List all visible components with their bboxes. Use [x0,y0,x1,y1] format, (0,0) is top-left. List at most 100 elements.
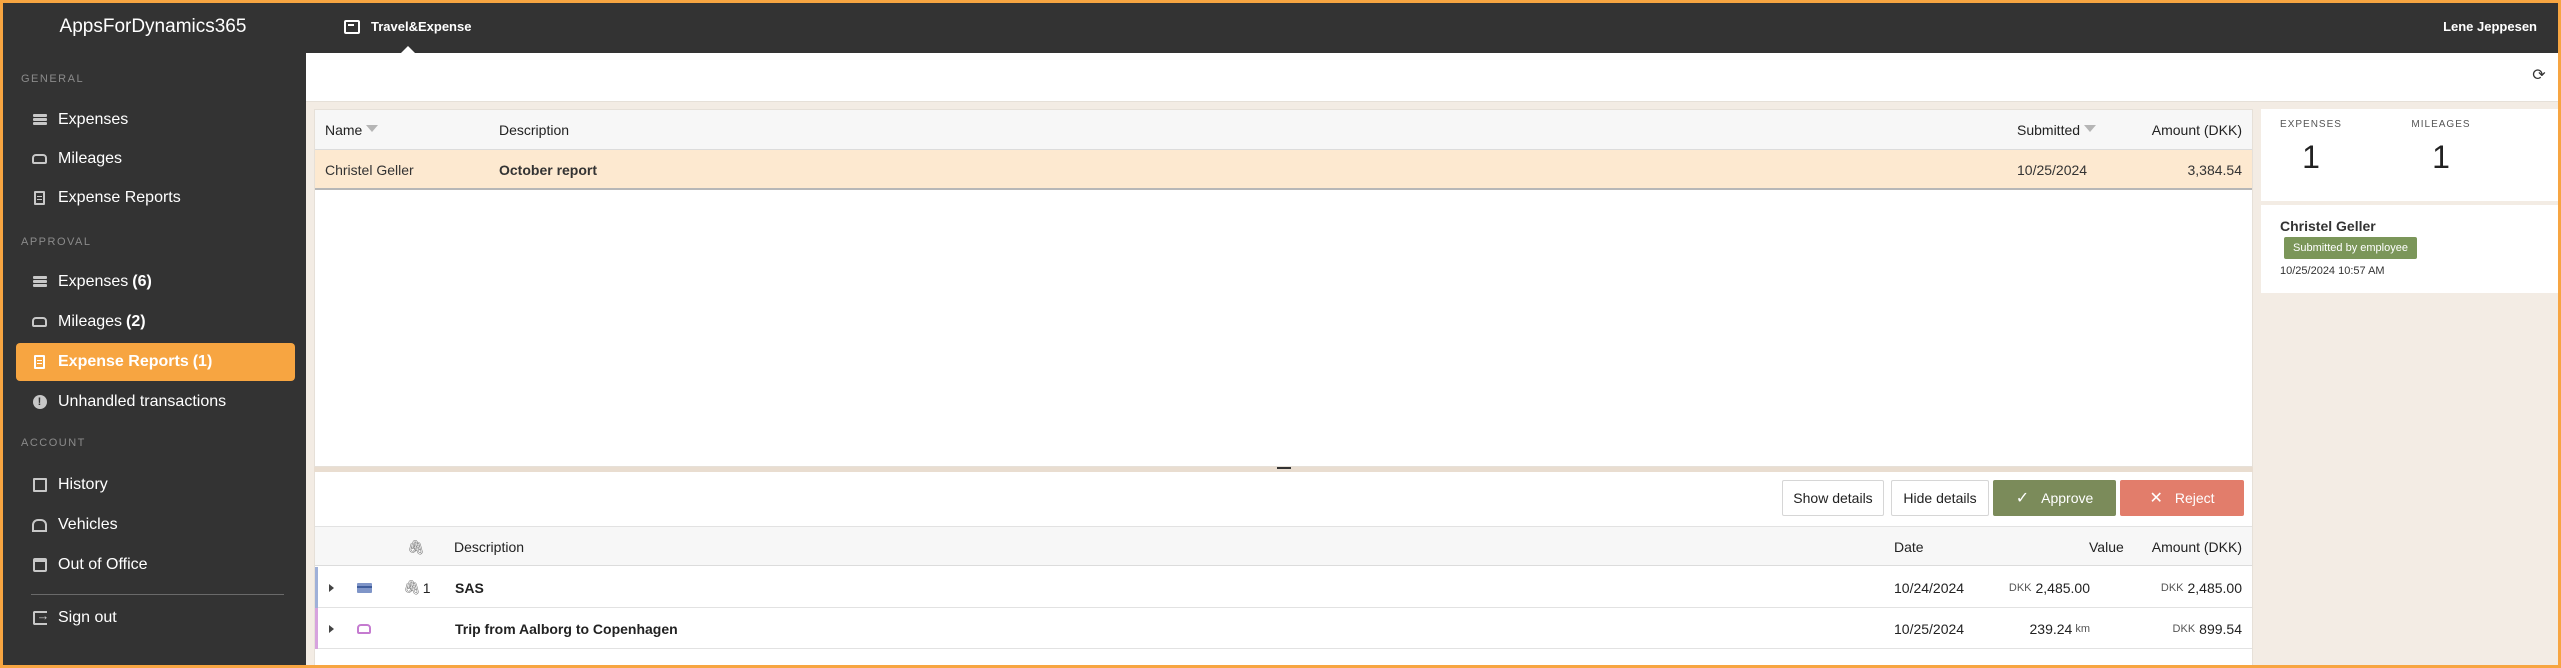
attachment-count[interactable]: 🖇 1 [403,567,431,608]
summary-stats: EXPENSES 1 MILEAGES 1 [2261,109,2558,201]
cell-description: SAS [455,579,484,596]
expenses-icon [32,275,47,290]
sidebar-item-count: (6) [132,273,152,290]
column-submitted[interactable]: Submitted [2017,110,2097,150]
cell-amount: DKK 899.54 [2173,608,2242,649]
details-header: 🖇 Description Date Value Amount (DKK) [315,526,2252,566]
activity-entry: Christel Geller Submitted by employee 10… [2261,205,2558,293]
sidebar: GENERAL Expenses Mileages Expense Report… [0,53,306,668]
amount-unit: DKK [2160,581,2184,594]
cell-date: 10/25/2024 [1894,620,1965,637]
cell-submitted: 10/25/2024 [2017,162,2088,178]
value-unit: km [2075,622,2090,635]
car-icon [357,608,371,649]
user-menu[interactable]: Lene Jeppesen [2443,0,2537,53]
tab-label: Travel&Expense [371,19,472,34]
app-brand[interactable]: AppsForDynamics365 [0,0,306,53]
grid-header: Name Description Submitted Amount (DKK) [315,110,2252,150]
reject-label: Reject [2174,490,2215,506]
section-approval: APPROVAL [21,236,92,248]
cell-description: Trip from Aalborg to Copenhagen [455,620,678,637]
top-bar: AppsForDynamics365 Travel&Expense Lene J… [0,0,2561,53]
document-icon [32,191,47,206]
column-name[interactable]: Name [325,110,379,150]
sidebar-item-label: Out of Office [58,556,148,573]
value-amount: 2,485.00 [2035,579,2091,596]
sidebar-item-history[interactable]: History [16,466,295,504]
main-toolbar: ⟳ [306,53,2558,102]
filter-icon[interactable] [2084,124,2097,132]
section-general: GENERAL [21,73,85,85]
sidebar-item-approval-expense-reports[interactable]: Expense Reports (1) [16,343,295,381]
expand-icon[interactable] [329,567,334,608]
column-amount[interactable]: Amount (DKK) [2152,110,2242,150]
approve-button[interactable]: ✓ Approve [1993,480,2116,516]
garage-icon [32,518,47,533]
column-value[interactable]: Value [2089,527,2124,567]
check-icon: ✓ [2015,490,2030,507]
expenses-icon [32,113,47,128]
alert-icon: ! [32,395,47,410]
cell-description: October report [499,162,598,178]
column-description[interactable]: Description [454,527,524,567]
sidebar-item-expenses[interactable]: Expenses [16,101,295,139]
sidebar-item-unhandled-transactions[interactable]: ! Unhandled transactions [16,383,295,421]
sidebar-item-label: Expenses [58,273,129,290]
mileages-count: 1 [2432,139,2450,175]
sidebar-item-label: Expenses [58,111,129,128]
activity-user: Christel Geller [2280,218,2376,234]
sidebar-item-approval-mileages[interactable]: Mileages (2) [16,303,295,341]
expenses-count-label: EXPENSES [2280,119,2342,130]
summary-panel: EXPENSES 1 MILEAGES 1 Christel Geller Su… [2253,102,2558,668]
window-icon [344,19,360,34]
column-submitted-label: Submitted [2017,122,2081,138]
section-account: ACCOUNT [21,437,86,449]
hide-details-button[interactable]: Hide details [1891,480,1989,516]
value-amount: 239.24 [2029,620,2073,637]
reject-button[interactable]: ✕ Reject [2120,480,2244,516]
sidebar-item-count: (2) [126,313,146,330]
report-details: Show details Hide details ✓ Approve ✕ Re… [314,472,2253,668]
cell-amount: DKK 2,485.00 [2161,567,2242,608]
table-row[interactable]: Christel Geller October report 10/25/202… [315,150,2252,190]
show-details-button[interactable]: Show details [1782,480,1884,516]
filter-icon[interactable] [366,124,379,132]
tab-travel-expense[interactable]: Travel&Expense [344,0,471,53]
expand-icon[interactable] [329,608,334,649]
sidebar-item-label: History [58,476,108,493]
sidebar-item-count: (1) [192,353,213,370]
sidebar-item-mileages[interactable]: Mileages [16,140,295,178]
cell-name: Christel Geller [325,162,414,178]
splitter-grip-icon[interactable] [1276,467,1291,469]
sidebar-item-label: Mileages [58,313,123,330]
sidebar-item-label: Expense Reports [58,353,189,370]
sidebar-item-label: Vehicles [58,516,118,533]
table-row[interactable]: 🖇 1 SAS 10/24/2024 DKK 2,485.00 DKK 2,48… [315,567,2252,608]
cell-date: 10/24/2024 [1894,579,1965,596]
calendar-icon [32,558,47,573]
sidebar-item-expense-reports[interactable]: Expense Reports [16,179,295,217]
column-description[interactable]: Description [499,110,569,150]
column-date[interactable]: Date [1894,527,1924,567]
sign-out-button[interactable]: Sign out [16,599,295,637]
amount-unit: DKK [2172,622,2196,635]
sidebar-item-label: Unhandled transactions [58,393,227,410]
sidebar-item-vehicles[interactable]: Vehicles [16,506,295,544]
value-unit: DKK [2008,581,2032,594]
sidebar-divider [31,594,284,595]
approve-label: Approve [2041,490,2094,506]
expenses-count: 1 [2302,139,2320,175]
sign-out-icon [32,608,50,626]
expense-reports-grid: Name Description Submitted Amount (DKK) … [314,109,2253,467]
column-amount[interactable]: Amount (DKK) [2152,527,2242,567]
close-icon: ✕ [2149,490,2163,507]
refresh-icon[interactable]: ⟳ [2530,67,2548,85]
sidebar-item-approval-expenses[interactable]: Expenses (6) [16,263,295,301]
table-row[interactable]: Trip from Aalborg to Copenhagen 10/25/20… [315,608,2252,649]
paperclip-icon: 🖇 [403,579,421,595]
row-type-bar [315,567,318,608]
sidebar-item-label: Expense Reports [58,189,181,206]
amount-value: 2,485.00 [2187,579,2243,596]
sidebar-item-label: Sign out [58,609,117,626]
sidebar-item-out-of-office[interactable]: Out of Office [16,546,295,584]
